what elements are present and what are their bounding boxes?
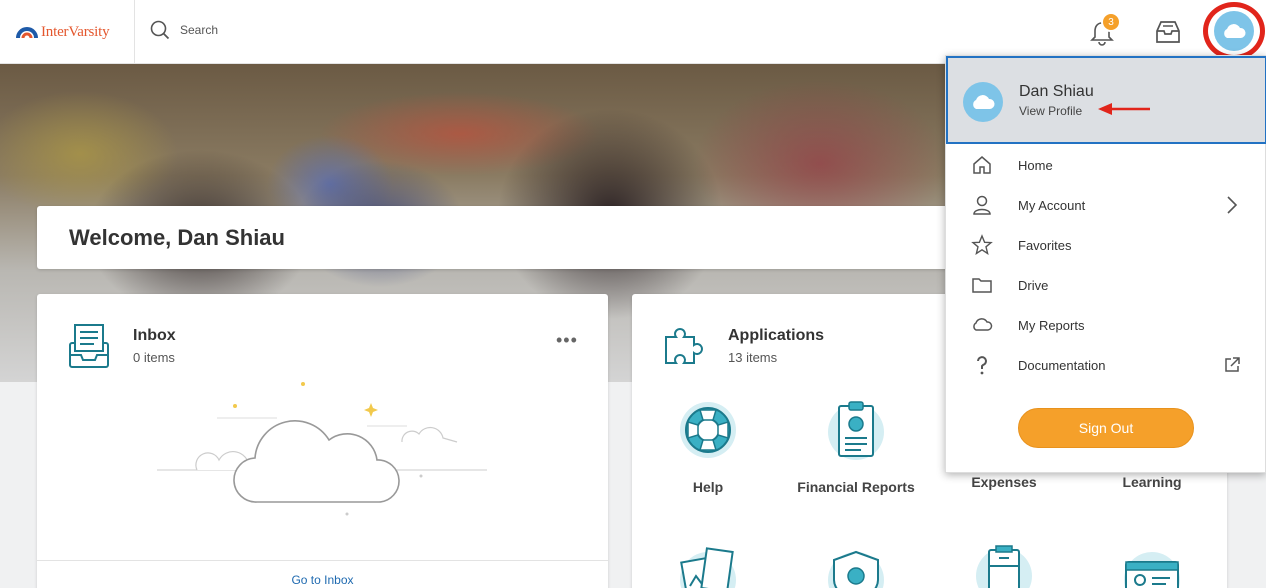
search-input[interactable]: Search — [150, 20, 218, 40]
search-placeholder: Search — [180, 23, 219, 37]
menu-label-favorites: Favorites — [1018, 238, 1072, 253]
cloud-icon — [973, 318, 993, 331]
sign-out-button[interactable]: Sign Out — [1018, 408, 1194, 448]
app-financial-reports[interactable]: Financial Reports — [786, 400, 926, 495]
folder-icon — [972, 278, 992, 293]
app-label-help: Help — [692, 479, 724, 495]
cabinet-app-icon[interactable] — [974, 544, 1034, 588]
notification-badge: 3 — [1101, 12, 1121, 32]
lifebuoy-icon — [680, 402, 736, 458]
inbox-count: 0 items — [133, 350, 175, 365]
logo[interactable]: InterVarsity — [0, 0, 135, 64]
avatar-cloud-icon — [1224, 24, 1246, 38]
view-profile-link[interactable]: View Profile — [1019, 104, 1082, 118]
menu-label-my-reports: My Reports — [1018, 318, 1085, 333]
photo-documents-app-icon[interactable] — [678, 546, 738, 588]
menu-label-my-account: My Account — [1018, 198, 1086, 213]
shield-app-icon[interactable] — [826, 550, 886, 588]
external-link-icon — [1225, 357, 1240, 372]
welcome-banner: Welcome, Dan Shiau — [37, 206, 1037, 269]
menu-item-home[interactable]: Home — [946, 145, 1266, 185]
person-icon — [973, 195, 991, 215]
puzzle-piece-icon — [665, 328, 703, 364]
avatar — [1214, 11, 1254, 51]
profile-dropdown-menu: Dan Shiau View Profile Home My Account F… — [945, 55, 1266, 473]
applications-count: 13 items — [728, 350, 778, 365]
profile-avatar — [963, 82, 1003, 122]
id-card-app-icon[interactable] — [1120, 548, 1184, 588]
inbox-card: Inbox 0 items ••• Go to Inbox — [37, 294, 608, 588]
intervarsity-logo-icon — [16, 27, 38, 39]
app-label-expenses: Expenses — [971, 474, 1037, 490]
menu-item-documentation[interactable]: Documentation — [946, 345, 1266, 385]
more-options-icon[interactable]: ••• — [556, 330, 578, 351]
app-label-financial-reports: Financial Reports — [797, 479, 915, 495]
menu-item-my-reports[interactable]: My Reports — [946, 305, 1266, 345]
logo-text: InterVarsity — [41, 23, 110, 40]
home-icon — [973, 156, 991, 174]
view-profile-item[interactable]: Dan Shiau View Profile — [946, 56, 1266, 144]
menu-label-drive: Drive — [1018, 278, 1049, 293]
menu-item-drive[interactable]: Drive — [946, 265, 1266, 305]
avatar-button[interactable] — [1203, 2, 1265, 60]
question-icon — [977, 356, 987, 375]
chevron-right-icon — [1227, 196, 1238, 214]
welcome-title: Welcome, Dan Shiau — [69, 224, 285, 250]
app-help[interactable]: Help — [638, 400, 778, 495]
app-label-learning: Learning — [1122, 474, 1182, 490]
menu-label-documentation: Documentation — [1018, 358, 1106, 373]
search-icon — [150, 20, 170, 40]
menu-label-home: Home — [1018, 158, 1053, 173]
inbox-card-icon — [69, 324, 109, 368]
inbox-icon[interactable] — [1154, 19, 1182, 45]
profile-user-name: Dan Shiau — [1019, 83, 1094, 100]
empty-inbox-cloud-illustration — [157, 382, 487, 516]
go-to-inbox-link[interactable]: Go to Inbox — [37, 560, 608, 587]
inbox-title: Inbox — [133, 327, 176, 344]
clipboard-chart-icon — [828, 401, 884, 460]
applications-title: Applications — [728, 327, 825, 344]
menu-item-favorites[interactable]: Favorites — [946, 225, 1266, 265]
menu-item-my-account[interactable]: My Account — [946, 185, 1266, 225]
red-arrow-annotation-icon — [1098, 103, 1150, 115]
star-icon — [971, 234, 993, 256]
avatar-cloud-icon — [973, 95, 995, 109]
